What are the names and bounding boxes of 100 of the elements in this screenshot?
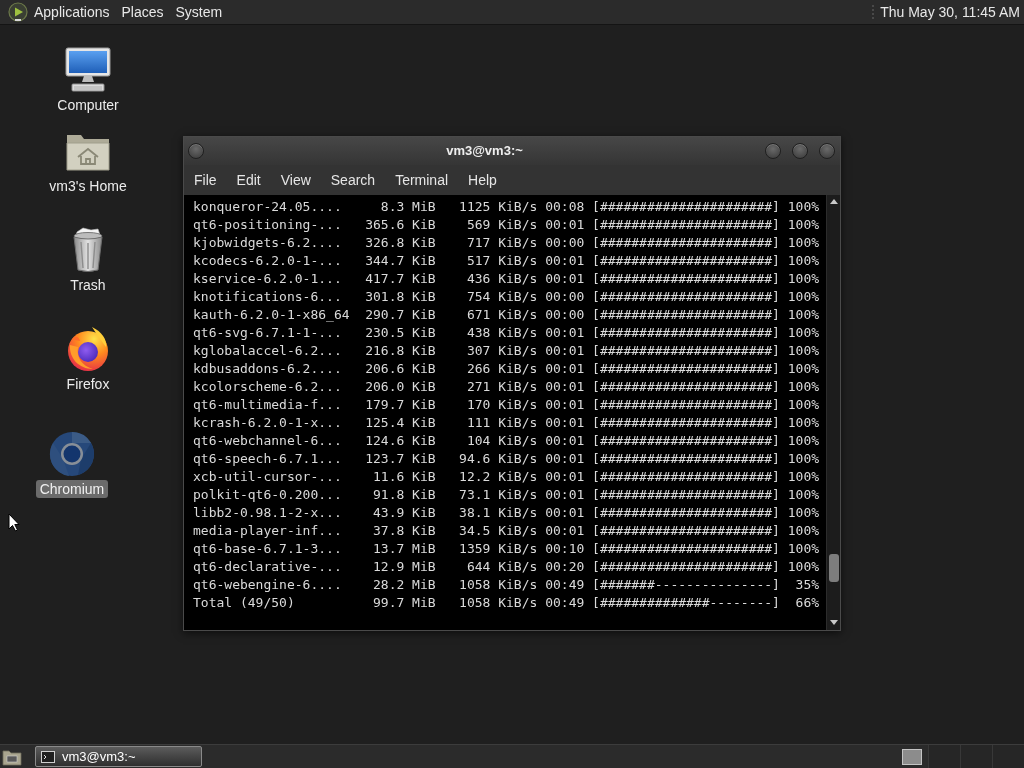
elapsed-time: 00:49 [545, 594, 585, 612]
download-rate: 569 KiB/s [466, 216, 538, 234]
elapsed-time: 00:20 [545, 558, 585, 576]
menu-item[interactable]: Edit [226, 165, 271, 195]
window-title: vm3@vm3:~ [445, 142, 524, 161]
hash-marks-text: [######################] [592, 288, 780, 306]
elapsed-time: 00:49 [545, 576, 585, 594]
download-rate: 73.1 KiB/s [459, 486, 538, 504]
menu-item[interactable]: View [270, 165, 321, 195]
elapsed-time: 00:01 [545, 486, 585, 504]
download-size: 12.9 MiB [373, 558, 436, 576]
icon-label[interactable]: Trash [66, 277, 110, 294]
download-rate: 34.5 KiB/s [459, 522, 538, 540]
download-rate: 754 KiB/s [466, 288, 538, 306]
package-name: knotifications-6... [193, 288, 342, 306]
hash-marks-text: [######################] [592, 522, 780, 540]
package-name: polkit-qt6-0.200... [193, 486, 342, 504]
maximize-button[interactable] [792, 143, 808, 159]
package-name: Total (49/50) [193, 594, 295, 612]
icon-label[interactable]: vm3's Home [45, 178, 131, 195]
percent-text: 100% [787, 234, 820, 252]
icon-label[interactable]: Firefox [62, 376, 114, 393]
scroll-up-arrow-icon[interactable] [829, 199, 838, 204]
play-logo-icon[interactable] [8, 2, 28, 22]
download-size: 206.6 KiB [365, 360, 436, 378]
package-name: kcrash-6.2.0-1-x... [193, 414, 342, 432]
hash-marks-text: [######################] [592, 216, 780, 234]
hash-marks-text: [######################] [592, 414, 780, 432]
taskbar-button[interactable]: vm3@vm3:~ [35, 746, 202, 767]
package-name: media-player-inf... [193, 522, 342, 540]
elapsed-time: 00:01 [545, 378, 585, 396]
scrollbar-thumb[interactable] [828, 554, 839, 582]
desktop-folder-icon[interactable] [2, 747, 22, 766]
download-rate: 38.1 KiB/s [459, 504, 538, 522]
percent-text: 100% [787, 306, 820, 324]
percent-text: 100% [787, 342, 820, 360]
download-size: 230.5 KiB [365, 324, 436, 342]
drag-handle-icon[interactable] [871, 3, 876, 21]
download-size: 91.8 KiB [373, 486, 436, 504]
percent-text: 100% [787, 432, 820, 450]
percent-text: 100% [787, 198, 820, 216]
close-button[interactable] [819, 143, 835, 159]
menu-item[interactable]: Help [458, 165, 507, 195]
download-rate: 271 KiB/s [466, 378, 538, 396]
download-size: 43.9 KiB [373, 504, 436, 522]
terminal-icon [41, 750, 55, 763]
panel-menu[interactable]: Places [115, 0, 170, 25]
package-name: qt6-multimedia-f... [193, 396, 342, 414]
download-size: 301.8 KiB [365, 288, 436, 306]
package-name: kcolorscheme-6.2... [193, 378, 342, 396]
download-size: 123.7 KiB [365, 450, 436, 468]
percent-text: 100% [787, 324, 820, 342]
hash-marks-text: [######################] [592, 198, 780, 216]
scrollbar[interactable] [826, 195, 840, 630]
package-name: kauth-6.2.0-1-x86_64 [193, 306, 350, 324]
download-rate: 1058 KiB/s [459, 576, 538, 594]
elapsed-time: 00:01 [545, 342, 585, 360]
browser-icon[interactable] [48, 430, 96, 478]
hash-marks-text: [######################] [592, 234, 780, 252]
window-menu-button[interactable] [188, 143, 204, 159]
percent-text: 100% [787, 360, 820, 378]
download-size: 37.8 KiB [373, 522, 436, 540]
menu-item[interactable]: Terminal [385, 165, 459, 195]
download-rate: 12.2 KiB/s [459, 468, 538, 486]
percent-text: 100% [787, 486, 820, 504]
package-name: kdbusaddons-6.2.... [193, 360, 342, 378]
hash-marks-text: [######################] [592, 540, 780, 558]
monitor-icon[interactable] [64, 46, 112, 94]
download-rate: 1359 KiB/s [459, 540, 538, 558]
panel-menu[interactable]: System [169, 0, 229, 25]
icon-label[interactable]: Chromium [35, 480, 109, 498]
scroll-down-arrow-icon[interactable] [829, 620, 838, 625]
hash-marks-text: [######################] [592, 270, 780, 288]
package-name: konqueror-24.05.... [193, 198, 342, 216]
panel-menu[interactable]: Applications [28, 0, 116, 25]
clock[interactable]: Thu May 30, 11:45 AM [880, 1, 1020, 23]
package-name: qt6-speech-6.7.1... [193, 450, 342, 468]
percent-text: 100% [787, 252, 820, 270]
package-name: qt6-webchannel-6... [193, 432, 342, 450]
hash-marks-text: [######################] [592, 504, 780, 522]
download-size: 290.7 KiB [365, 306, 436, 324]
menu-item[interactable]: Search [320, 165, 386, 195]
icon-label[interactable]: Computer [53, 97, 123, 114]
download-rate: 717 KiB/s [466, 234, 538, 252]
hash-marks-text: [######################] [592, 468, 780, 486]
menu-item[interactable]: File [184, 165, 227, 195]
percent-text: 100% [787, 414, 820, 432]
package-name: qt6-webengine-6.... [193, 576, 342, 594]
download-rate: 438 KiB/s [466, 324, 538, 342]
download-rate: 644 KiB/s [466, 558, 538, 576]
download-size: 125.4 KiB [365, 414, 436, 432]
minimize-button[interactable] [765, 143, 781, 159]
elapsed-time: 00:00 [545, 234, 585, 252]
package-name: kjobwidgets-6.2.... [193, 234, 342, 252]
package-name: kservice-6.2.0-1... [193, 270, 342, 288]
percent-text: 100% [787, 270, 820, 288]
hash-marks-text: [######################] [592, 450, 780, 468]
hash-marks-text: [##############--------] [592, 594, 780, 612]
download-rate: 1125 KiB/s [459, 198, 538, 216]
hash-marks-text: [######################] [592, 396, 780, 414]
